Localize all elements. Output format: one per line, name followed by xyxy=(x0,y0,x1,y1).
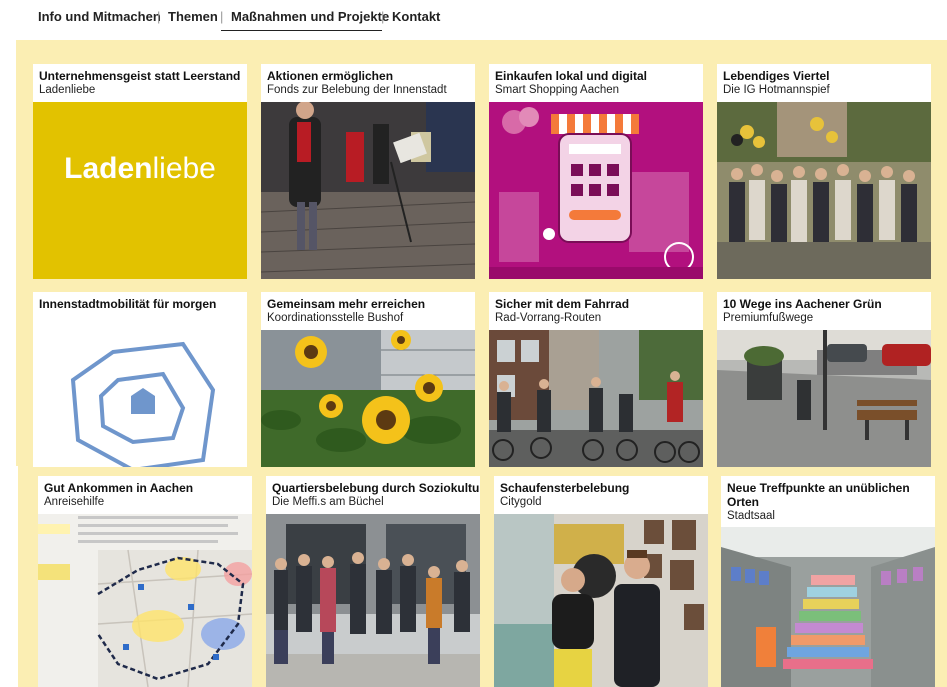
shop-window-photo xyxy=(494,514,708,687)
card-subtitle: Rad-Vorrang-Routen xyxy=(495,312,602,324)
sunflowers-photo xyxy=(261,330,475,467)
nav-info-und-mitmachen[interactable]: Info und Mitmachen xyxy=(38,9,161,24)
card-subtitle: Die IG Hotmannspief xyxy=(723,84,830,96)
card-title: Quartiersbelebung durch Soziokultur xyxy=(272,481,480,495)
cyclists-photo xyxy=(489,330,703,467)
card-title: Innenstadtmobilität für morgen xyxy=(39,297,217,311)
card-subtitle: Anreisehilfe xyxy=(44,496,105,508)
card-title: Neue Treffpunkte an unüblichen Orten xyxy=(727,481,910,509)
card-subtitle: Fonds zur Belebung der Innenstadt xyxy=(267,84,447,96)
top-navigation: Info und Mitmachen | Themen | Maßnahmen … xyxy=(0,0,947,40)
nav-separator: | xyxy=(220,9,224,24)
nav-themen[interactable]: Themen xyxy=(168,9,218,24)
card-subtitle: Koordinationsstelle Bushof xyxy=(267,312,404,324)
card-title: Unternehmensgeist statt Leerstand xyxy=(39,69,241,83)
card-title: Einkaufen lokal und digital xyxy=(495,69,648,83)
card-title: Lebendiges Viertel xyxy=(723,69,830,83)
card-title: Aktionen ermöglichen xyxy=(267,69,394,83)
parking-map xyxy=(38,514,252,687)
group-photo xyxy=(717,102,931,279)
card-title: Gut Ankommen in Aachen xyxy=(44,481,194,495)
card-subtitle: Die Meffi.s am Büchel xyxy=(272,496,384,508)
card-subtitle: Stadtsaal xyxy=(727,510,775,522)
card-title: Sicher mit dem Fahrrad xyxy=(495,297,630,311)
card-subtitle: Citygold xyxy=(500,496,542,508)
ladenliebe-logo-image: Ladenliebe xyxy=(33,102,247,279)
card-subtitle: Premiumfußwege xyxy=(723,312,814,324)
project-card-stadtsaal[interactable]: Neue Treffpunkte an unüblichen Orten Sta… xyxy=(721,476,935,687)
nav-separator: | xyxy=(157,9,161,24)
left-edge-whitespace xyxy=(0,0,16,440)
nav-massnahmen-und-projekte[interactable]: Maßnahmen und Projekte xyxy=(231,9,389,24)
card-subtitle: Ladenliebe xyxy=(39,84,96,96)
city-ring-map-icon xyxy=(33,330,247,467)
nav-separator: | xyxy=(381,9,385,24)
card-title: Schaufensterbelebung xyxy=(500,481,630,495)
nav-kontakt[interactable]: Kontakt xyxy=(392,9,440,24)
project-card-citygold[interactable]: Schaufensterbelebung Citygold xyxy=(494,476,708,687)
smart-shopping-illustration xyxy=(489,102,703,279)
project-card-premiumfusswege[interactable]: 10 Wege ins Aachener Grün Premiumfußwege xyxy=(717,292,931,467)
active-nav-underline xyxy=(221,30,382,31)
group-in-front-of-building-photo xyxy=(266,514,480,687)
project-card-rad-vorrang-routen[interactable]: Sicher mit dem Fahrrad Rad-Vorrang-Route… xyxy=(489,292,703,467)
card-title: 10 Wege ins Aachener Grün xyxy=(723,297,882,311)
project-card-aktionen[interactable]: Aktionen ermöglichen Fonds zur Belebung … xyxy=(261,64,475,279)
colorful-stairs-photo xyxy=(721,527,935,687)
street-bench-photo xyxy=(717,330,931,467)
project-card-ladenliebe[interactable]: Unternehmensgeist statt Leerstand Ladenl… xyxy=(33,64,247,279)
project-card-innenstadtmobilitaet[interactable]: Innenstadtmobilität für morgen xyxy=(33,292,247,467)
project-card-anreisehilfe[interactable]: Gut Ankommen in Aachen Anreisehilfe xyxy=(38,476,252,687)
project-card-bushof[interactable]: Gemeinsam mehr erreichen Koordinationsst… xyxy=(261,292,475,467)
project-card-meffis[interactable]: Quartiersbelebung durch Soziokultur Die … xyxy=(266,476,480,687)
street-musicians-photo xyxy=(261,102,475,279)
card-title: Gemeinsam mehr erreichen xyxy=(267,297,426,311)
project-card-lebendiges-viertel[interactable]: Lebendiges Viertel Die IG Hotmannspief xyxy=(717,64,931,279)
ladenliebe-logo: Ladenliebe xyxy=(64,152,216,185)
card-subtitle: Smart Shopping Aachen xyxy=(495,84,620,96)
project-card-smart-shopping[interactable]: Einkaufen lokal und digital Smart Shoppi… xyxy=(489,64,703,279)
